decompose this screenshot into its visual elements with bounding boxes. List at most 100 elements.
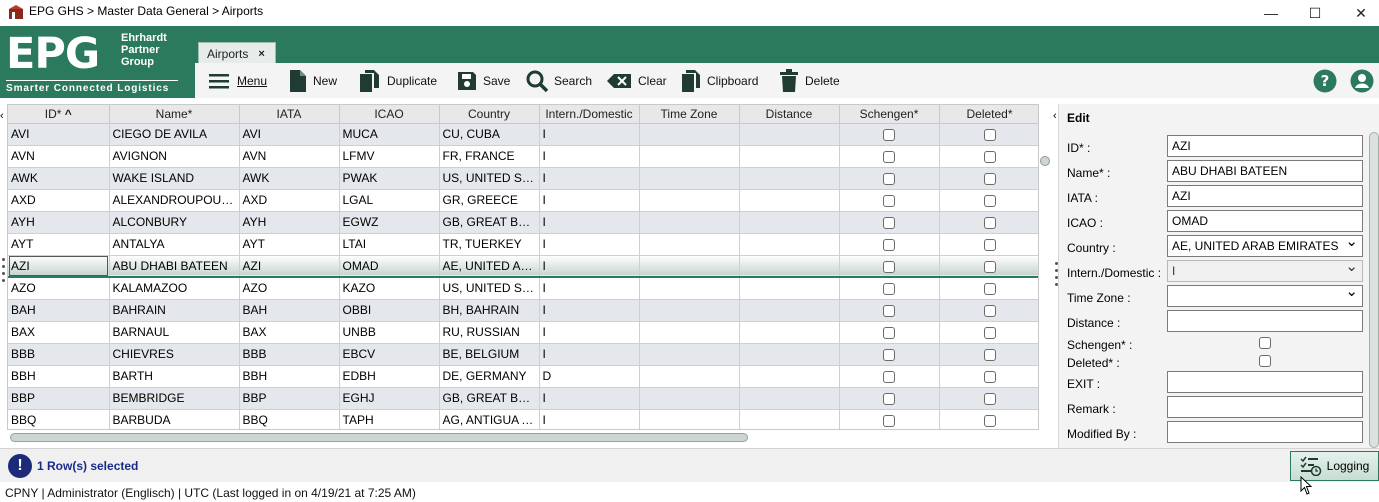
- column-header-icao[interactable]: ICAO: [339, 105, 440, 124]
- cell-distance[interactable]: [739, 123, 840, 146]
- cell-id[interactable]: AWK: [8, 167, 110, 190]
- table-row[interactable]: AXD ALEXANDROUPOULIS AXD LGAL GR, GREECE I: [8, 189, 1038, 212]
- schengen-checkbox[interactable]: [883, 283, 895, 296]
- schengen-checkbox[interactable]: [883, 260, 895, 273]
- column-header-deleted[interactable]: Deleted*: [939, 105, 1038, 124]
- country-select[interactable]: AE, UNITED ARAB EMIRATES: [1167, 232, 1363, 257]
- cell-time-zone[interactable]: [639, 255, 740, 278]
- remark-field[interactable]: [1167, 396, 1363, 418]
- schengen-checkbox[interactable]: [883, 128, 895, 141]
- minimize-button[interactable]: —: [1248, 0, 1294, 26]
- cell-intern-domestic[interactable]: I: [539, 189, 640, 212]
- column-header-distance[interactable]: Distance: [739, 105, 840, 124]
- cell-country[interactable]: DE, GERMANY: [439, 365, 540, 388]
- cell-distance[interactable]: [739, 299, 840, 322]
- cell-country[interactable]: US, UNITED STA...: [439, 277, 540, 300]
- cell-icao[interactable]: LFMV: [339, 145, 440, 168]
- iata-field[interactable]: AZI: [1167, 185, 1363, 207]
- cell-distance[interactable]: [739, 233, 840, 256]
- splitter-left-arrow[interactable]: ‹: [0, 108, 4, 122]
- cell-id[interactable]: AYH: [8, 211, 110, 234]
- cell-intern-domestic[interactable]: I: [539, 123, 640, 146]
- cell-name[interactable]: ALEXANDROUPOULIS: [109, 189, 240, 212]
- cell-intern-domestic[interactable]: D: [539, 365, 640, 388]
- splitter-grip-left[interactable]: [2, 258, 5, 286]
- menu-button[interactable]: Menu: [209, 63, 267, 98]
- column-header-time-zone[interactable]: Time Zone: [639, 105, 740, 124]
- edit-panel-scrollbar[interactable]: [1369, 132, 1379, 448]
- modified-by-field[interactable]: [1167, 421, 1363, 443]
- cell-country[interactable]: GR, GREECE: [439, 189, 540, 212]
- schengen-checkbox[interactable]: [883, 150, 895, 163]
- cell-country[interactable]: FR, FRANCE: [439, 145, 540, 168]
- cell-distance[interactable]: [739, 321, 840, 344]
- cell-icao[interactable]: TAPH: [339, 409, 440, 429]
- deleted-checkbox[interactable]: [983, 194, 996, 207]
- close-window-button[interactable]: ✕: [1338, 0, 1379, 26]
- cell-iata[interactable]: AXD: [239, 189, 340, 212]
- cell-intern-domestic[interactable]: I: [539, 321, 640, 344]
- schengen-checkbox[interactable]: [1259, 337, 1271, 349]
- cell-iata[interactable]: BBH: [239, 365, 340, 388]
- cell-iata[interactable]: BBQ: [239, 409, 340, 429]
- cell-country[interactable]: RU, RUSSIAN: [439, 321, 540, 344]
- cell-name[interactable]: WAKE ISLAND: [109, 167, 240, 190]
- cell-time-zone[interactable]: [639, 123, 740, 146]
- save-button[interactable]: Save: [457, 63, 510, 98]
- clear-button[interactable]: Clear: [607, 63, 667, 98]
- cell-iata[interactable]: AWK: [239, 167, 340, 190]
- cell-id[interactable]: AXD: [8, 189, 110, 212]
- cell-country[interactable]: AG, ANTIGUA A...: [439, 409, 540, 429]
- cell-time-zone[interactable]: [639, 167, 740, 190]
- splitter-right-arrow[interactable]: ‹: [1053, 108, 1057, 122]
- delete-button[interactable]: Delete: [779, 63, 840, 98]
- cell-name[interactable]: CHIEVRES: [109, 343, 240, 366]
- table-row[interactable]: BAH BAHRAIN BAH OBBI BH, BAHRAIN I: [8, 299, 1038, 322]
- cell-name[interactable]: KALAMAZOO: [109, 277, 240, 300]
- cell-iata[interactable]: AYT: [239, 233, 340, 256]
- cell-icao[interactable]: LTAI: [339, 233, 440, 256]
- table-row[interactable]: AWK WAKE ISLAND AWK PWAK US, UNITED STA... I: [8, 167, 1038, 190]
- table-row[interactable]: AZO KALAMAZOO AZO KAZO US, UNITED STA... I: [8, 277, 1038, 300]
- new-button[interactable]: New: [289, 63, 337, 98]
- schengen-checkbox[interactable]: [883, 194, 895, 207]
- cell-country[interactable]: AE, UNITED ARA...: [439, 255, 540, 278]
- cell-intern-domestic[interactable]: I: [539, 255, 640, 278]
- deleted-checkbox[interactable]: [983, 172, 996, 185]
- schengen-checkbox[interactable]: [883, 172, 895, 185]
- schengen-checkbox[interactable]: [883, 238, 895, 251]
- user-account-icon[interactable]: [1350, 69, 1374, 93]
- cell-intern-domestic[interactable]: I: [539, 145, 640, 168]
- cell-icao[interactable]: KAZO: [339, 277, 440, 300]
- cell-icao[interactable]: PWAK: [339, 167, 440, 190]
- intern-domestic-select[interactable]: I: [1167, 257, 1363, 282]
- cell-country[interactable]: US, UNITED STA...: [439, 167, 540, 190]
- deleted-checkbox[interactable]: [983, 370, 996, 383]
- cell-id[interactable]: BBQ: [8, 409, 110, 429]
- column-header-intern-domestic[interactable]: Intern./Domestic: [539, 105, 640, 124]
- cell-country[interactable]: BE, BELGIUM: [439, 343, 540, 366]
- cell-iata[interactable]: AYH: [239, 211, 340, 234]
- table-row[interactable]: BBH BARTH BBH EDBH DE, GERMANY D: [8, 365, 1038, 388]
- id-field[interactable]: AZI: [1167, 135, 1363, 157]
- cell-name[interactable]: AVIGNON: [109, 145, 240, 168]
- cell-intern-domestic[interactable]: I: [539, 409, 640, 429]
- cell-time-zone[interactable]: [639, 365, 740, 388]
- cell-distance[interactable]: [739, 343, 840, 366]
- cell-distance[interactable]: [739, 409, 840, 429]
- cell-name[interactable]: BARNAUL: [109, 321, 240, 344]
- cell-icao[interactable]: EDBH: [339, 365, 440, 388]
- cell-id[interactable]: BBH: [8, 365, 110, 388]
- icao-field[interactable]: OMAD: [1167, 210, 1363, 232]
- cell-time-zone[interactable]: [639, 409, 740, 429]
- cell-distance[interactable]: [739, 277, 840, 300]
- cell-time-zone[interactable]: [639, 299, 740, 322]
- cell-country[interactable]: GB, GREAT BRIT...: [439, 211, 540, 234]
- cell-intern-domestic[interactable]: I: [539, 167, 640, 190]
- maximize-button[interactable]: ☐: [1292, 0, 1338, 26]
- column-header-id[interactable]: ID* ^: [8, 105, 110, 124]
- schengen-checkbox[interactable]: [883, 370, 895, 383]
- cell-country[interactable]: BH, BAHRAIN: [439, 299, 540, 322]
- cell-id[interactable]: BBP: [8, 387, 110, 410]
- deleted-checkbox[interactable]: [1259, 355, 1271, 367]
